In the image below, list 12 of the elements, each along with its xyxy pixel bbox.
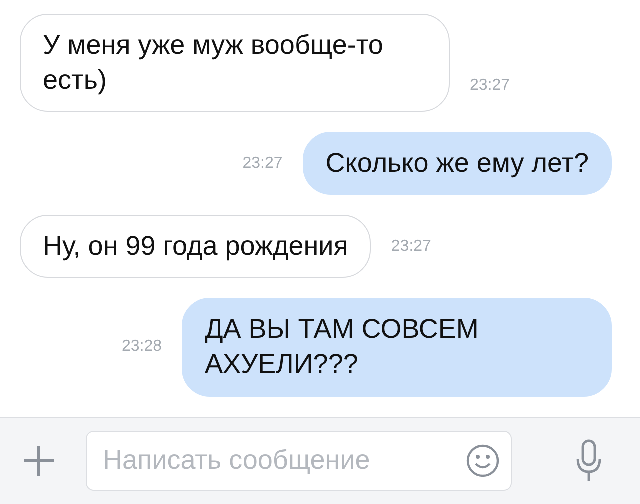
message-time: 23:28 bbox=[122, 337, 162, 358]
smiley-icon[interactable] bbox=[466, 444, 500, 478]
message-input-field[interactable]: Написать сообщение bbox=[86, 430, 512, 491]
sent-message: Сколько же ему лет? bbox=[302, 132, 612, 196]
message-time: 23:27 bbox=[470, 76, 510, 96]
sent-message: ДА ВЫ ТАМ СОВСЕМ АХУЕЛИ??? bbox=[182, 298, 612, 397]
microphone-icon[interactable] bbox=[576, 438, 602, 483]
received-message: Ну, он 99 года рождения bbox=[20, 215, 372, 278]
plus-icon[interactable] bbox=[22, 444, 56, 478]
message-time: 23:27 bbox=[391, 236, 432, 257]
received-message: У меня уже муж вообще-то есть) bbox=[20, 14, 450, 112]
message-time: 23:27 bbox=[242, 154, 283, 174]
